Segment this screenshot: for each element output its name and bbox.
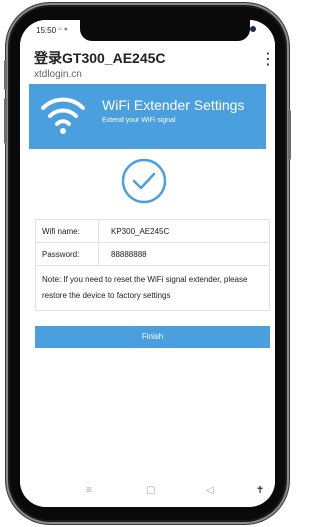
- column-divider: [98, 220, 99, 242]
- more-menu-icon[interactable]: ⋮: [260, 52, 275, 68]
- home-icon[interactable]: ▢: [146, 485, 155, 496]
- success-check-icon: [121, 158, 167, 204]
- back-icon[interactable]: ◁: [206, 485, 214, 496]
- wifi-info-table: Wifi name: KP300_AE245C Password: 888888…: [35, 219, 270, 311]
- notch: ▁▂▃ ▁▂▃ 46: [80, 20, 275, 43]
- info-row-wifi-name: Wifi name: KP300_AE245C: [36, 220, 269, 243]
- phone-screen: 15:50 ≈ ● ▁▂▃ ▁▂▃ 46 登录GT300_AE245C xtdl…: [20, 20, 275, 507]
- finish-button[interactable]: Finish: [35, 326, 270, 348]
- page-title: 登录GT300_AE245C: [34, 50, 166, 66]
- reset-note: Note: If you need to reset the WiFi sign…: [42, 275, 248, 300]
- volume-down-button: [4, 98, 7, 144]
- menu-icon[interactable]: ≡: [86, 485, 92, 496]
- status-time: 15:50: [36, 26, 57, 35]
- status-bar: 15:50 ≈ ● ▁▂▃ ▁▂▃ 46: [20, 20, 275, 43]
- accessibility-icon[interactable]: ✝: [256, 485, 264, 496]
- page-url[interactable]: xtdlogin.cn: [34, 69, 82, 80]
- password-label: Password:: [42, 250, 80, 259]
- wifi-name-label: Wifi name:: [42, 227, 80, 236]
- navigation-bar: ≡ ▢ ◁ ✝: [20, 475, 275, 507]
- password-value: 88888888: [111, 250, 147, 259]
- banner-title: WiFi Extender Settings: [102, 97, 245, 113]
- banner-subtitle: Extend your WiFi signal: [102, 117, 176, 124]
- volume-up-button: [4, 60, 7, 90]
- settings-banner: WiFi Extender Settings Extend your WiFi …: [29, 84, 266, 149]
- notification-icons: ≈ ●: [58, 26, 69, 33]
- info-row-password: Password: 88888888: [36, 243, 269, 266]
- camera-icon: [250, 26, 256, 32]
- column-divider: [98, 243, 99, 265]
- wifi-icon: [41, 97, 85, 134]
- wifi-name-value: KP300_AE245C: [111, 227, 170, 236]
- signal-icon: ▁▂▃ ▁▂▃: [270, 25, 275, 43]
- power-button: [288, 110, 291, 160]
- browser-header: 登录GT300_AE245C xtdlogin.cn ⋮: [20, 42, 275, 90]
